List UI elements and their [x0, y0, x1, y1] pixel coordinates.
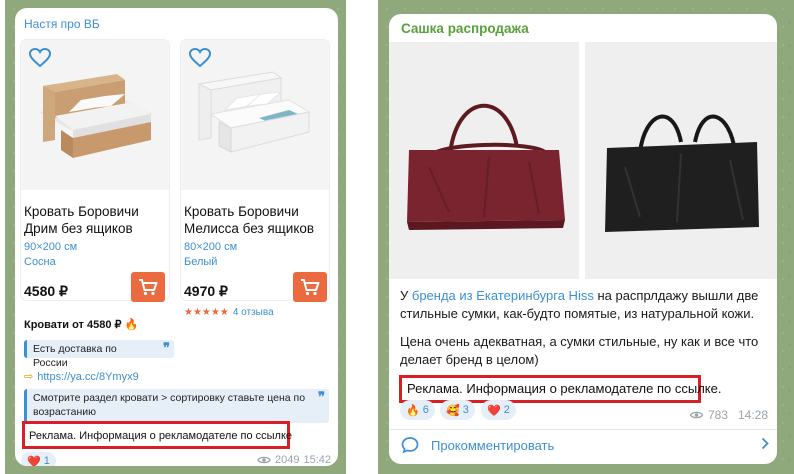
reaction-heart[interactable]: ❤️ 2 [481, 400, 516, 420]
reaction-love[interactable]: 🥰 3 [440, 400, 475, 420]
comment-icon [401, 437, 419, 454]
smiling-hearts-icon: 🥰 [446, 404, 460, 417]
left-message-bubble: Настя про ВБ Кровать Боровичи Дрим без я… [15, 8, 338, 466]
link-line[interactable]: ⇨ https://ya.cc/8Ymyx9 [24, 370, 139, 383]
channel-name[interactable]: Настя про ВБ [24, 17, 100, 31]
ad-disclaimer[interactable]: Реклама. Информация о рекламодателе по с… [22, 421, 292, 449]
chevron-right-icon [761, 437, 769, 453]
fire-icon: 🔥 [406, 404, 420, 417]
add-to-cart-button[interactable] [131, 272, 165, 302]
product-image-bed-wood[interactable] [21, 40, 169, 190]
view-count: 2049 [274, 454, 300, 466]
quote-icon: ❞ [163, 340, 170, 355]
photo-black-bag[interactable] [585, 42, 777, 279]
reaction-count: 2 [503, 404, 510, 416]
post-text-2: Цена очень адекватная, а сумки стильные,… [400, 334, 759, 367]
cart-icon [301, 279, 320, 296]
right-message-bubble: Сашка распродажа У бренда из Екатеринбур [389, 14, 777, 464]
product-price: 4970 ₽ [184, 283, 228, 299]
quote-text: Смотрите раздел кровати > сортировку ста… [33, 392, 306, 418]
product-color: Сосна [24, 256, 56, 268]
promo-text: Кровати от 4580 ₽ 🔥 [24, 319, 139, 331]
favorite-heart-icon[interactable] [28, 47, 52, 73]
photo-red-bag[interactable] [389, 42, 579, 279]
rating-stars-icon: ★★★★★ [184, 307, 229, 318]
favorite-heart-icon[interactable] [188, 47, 212, 73]
review-count[interactable]: 4 отзыва [233, 307, 274, 318]
url-link[interactable]: https://ya.cc/8Ymyx9 [37, 371, 138, 383]
reaction-heart[interactable]: ❤️ 1 [21, 452, 56, 466]
comment-button[interactable]: Прокомментировать [401, 434, 769, 456]
arrow-right-icon: ⇨ [24, 371, 34, 383]
product-size: 80×200 см [184, 241, 238, 253]
reaction-fire[interactable]: 🔥 6 [400, 400, 435, 420]
comment-label: Прокомментировать [431, 437, 555, 453]
reaction-count: 6 [422, 404, 429, 416]
product-size: 90×200 см [24, 241, 78, 253]
product-image-bed-white[interactable] [181, 40, 329, 190]
product-color: Белый [184, 256, 218, 268]
product-card[interactable]: Кровать Боровичи Дрим без ящиков 90×200 … [21, 40, 169, 302]
product-title[interactable]: Кровать Боровичи Мелисса без ящиков [184, 203, 329, 237]
reaction-count: 1 [43, 455, 50, 466]
brand-link[interactable]: бренда из Екатеринбурга Hiss [412, 288, 594, 303]
view-count: 783 [707, 408, 728, 422]
product-price: 4580 ₽ [24, 283, 68, 299]
right-chat-panel: Сашка распродажа У бренда из Екатеринбур [378, 0, 794, 474]
quote-block: Есть доставка по России ❞ [24, 340, 174, 369]
product-rating: ★★★★★ 4 отзыва [184, 307, 274, 318]
product-title[interactable]: Кровать Боровичи Дрим без ящиков [24, 203, 169, 237]
post-text-segment: У [400, 288, 412, 303]
message-meta: 2049 15:42 [257, 454, 331, 466]
reaction-count: 3 [462, 404, 469, 416]
cart-icon [139, 279, 158, 296]
divider [389, 429, 777, 430]
message-time: 14:28 [737, 408, 768, 422]
eye-icon [689, 411, 704, 419]
left-chat-panel: Настя про ВБ Кровать Боровичи Дрим без я… [5, 0, 346, 474]
eye-icon [257, 456, 271, 464]
heart-icon: ❤️ [487, 404, 501, 417]
message-meta: 783 14:28 [689, 408, 768, 422]
ad-disclaimer[interactable]: Реклама. Информация о рекламодателе по с… [399, 375, 721, 403]
add-to-cart-button[interactable] [293, 272, 327, 302]
quote-text: Есть доставка по России [33, 343, 117, 369]
post-text: У бренда из Екатеринбурга Hiss на распрл… [400, 287, 772, 323]
heart-icon: ❤️ [27, 455, 41, 467]
product-card[interactable]: Кровать Боровичи Мелисса без ящиков 80×2… [181, 40, 329, 318]
quote-block: Смотрите раздел кровати > сортировку ста… [24, 389, 329, 423]
quote-icon: ❞ [318, 389, 325, 404]
message-time: 15:42 [303, 454, 331, 466]
channel-name[interactable]: Сашка распродажа [401, 21, 529, 36]
